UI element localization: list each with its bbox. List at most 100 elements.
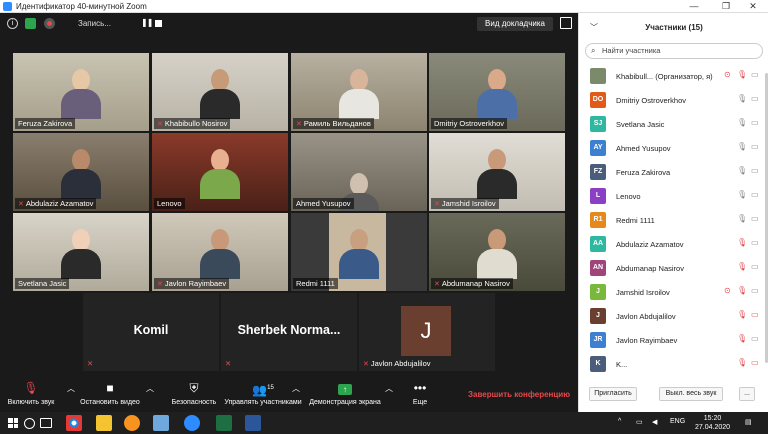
participant-row[interactable]: Khabibull... (Организатор, я) ⊙ 🎙 ▭: [579, 65, 768, 88]
participant-search-input[interactable]: ⌕ Найти участника: [585, 43, 763, 59]
microphone-icon[interactable]: 🎙: [737, 190, 747, 199]
video-camera-icon[interactable]: ▭: [751, 94, 759, 103]
info-icon[interactable]: i: [7, 18, 18, 29]
participant-row[interactable]: L Lenovo 🎙 ▭: [579, 185, 768, 208]
microphone-icon[interactable]: 🎙: [737, 94, 747, 103]
participant-row[interactable]: JR Javlon Rayimbaev 🎙 ▭: [579, 329, 768, 352]
windows-start-icon[interactable]: [8, 418, 18, 428]
participant-row[interactable]: J Jamshid Isroilov ⊙ 🎙 ▭: [579, 281, 768, 304]
clock[interactable]: 15:20 27.04.2020: [695, 414, 730, 432]
participant-row[interactable]: FZ Feruza Zakirova 🎙 ▭: [579, 161, 768, 184]
avatar: DO: [590, 92, 606, 108]
share-screen-button[interactable]: ↑ Демонстрация экрана: [306, 380, 384, 406]
word-icon[interactable]: [245, 415, 261, 431]
microphone-muted-icon[interactable]: 🎙: [737, 334, 747, 343]
video-tile-off[interactable]: J ✕ Javlon Abdujalilov: [359, 293, 495, 371]
speaker-view-button[interactable]: Вид докладчика: [477, 17, 553, 31]
microphone-icon[interactable]: 🎙: [737, 118, 747, 127]
unmute-label: Включить звук: [7, 399, 55, 406]
chevron-up-icon[interactable]: ︿: [385, 383, 393, 394]
video-tile-off[interactable]: Komil ✕: [83, 293, 219, 371]
more-button[interactable]: ••• Еще: [408, 380, 432, 406]
video-camera-icon[interactable]: ▭: [751, 286, 759, 295]
participant-row[interactable]: AY Ahmed Yusupov 🎙 ▭: [579, 137, 768, 160]
video-off-icon[interactable]: ▭: [751, 358, 759, 367]
video-tile[interactable]: ✕ Abdumanap Nasirov: [429, 213, 565, 291]
volume-icon[interactable]: ◀: [652, 418, 657, 426]
video-tile[interactable]: Feruza Zakirova: [13, 53, 149, 131]
chevron-up-icon[interactable]: ︿: [146, 383, 154, 394]
microphone-icon[interactable]: 🎙: [737, 142, 747, 151]
participant-video: [200, 69, 240, 119]
file-explorer-icon[interactable]: [96, 415, 112, 431]
video-tile[interactable]: ✕ Khabibullo Nosirov: [152, 53, 288, 131]
excel-icon[interactable]: [216, 415, 232, 431]
language-indicator[interactable]: ENG: [670, 418, 685, 425]
video-camera-icon[interactable]: ▭: [751, 190, 759, 199]
video-tile[interactable]: Lenovo: [152, 133, 288, 211]
microphone-muted-icon[interactable]: 🎙: [737, 262, 747, 271]
chevron-up-icon[interactable]: ︿: [292, 383, 300, 394]
video-tile-off[interactable]: Sherbek Norma... ✕: [221, 293, 357, 371]
microphone-icon[interactable]: 🎙: [737, 214, 747, 223]
chrome-icon[interactable]: [66, 415, 82, 431]
video-tile[interactable]: Ahmed Yusupov: [291, 133, 427, 211]
video-camera-icon[interactable]: ▭: [751, 262, 759, 271]
search-icon[interactable]: [24, 418, 35, 429]
video-tile[interactable]: Svetlana Jasic: [13, 213, 149, 291]
network-icon[interactable]: ▭: [636, 418, 643, 426]
stop-icon[interactable]: [155, 20, 162, 27]
microphone-muted-icon[interactable]: 🎙: [737, 358, 747, 367]
participant-row[interactable]: J Javlon Abdujalilov 🎙 ▭: [579, 305, 768, 328]
participant-row[interactable]: AA Abdulaziz Azamatov 🎙 ▭: [579, 233, 768, 256]
video-tile[interactable]: ✕ Jamshid Isroilov: [429, 133, 565, 211]
close-button[interactable]: ✕: [738, 0, 768, 13]
pause-icon[interactable]: ❚❚: [141, 18, 153, 27]
fullscreen-icon[interactable]: [560, 17, 572, 29]
end-meeting-button[interactable]: Завершить конференцию: [468, 390, 570, 399]
video-camera-icon[interactable]: ▭: [751, 334, 759, 343]
participant-name: Abdulaziz Azamatov: [616, 240, 684, 249]
security-button[interactable]: ⛨ Безопасность: [168, 380, 220, 406]
app-icon[interactable]: [153, 415, 169, 431]
window-titlebar: Идентификатор 40-минутной Zoom — ❐ ✕: [0, 0, 768, 13]
video-tile-active-speaker[interactable]: Dmitriy Ostroverkhov: [429, 53, 565, 131]
avatar: AN: [590, 260, 606, 276]
microphone-muted-icon[interactable]: 🎙: [737, 238, 747, 247]
microphone-icon[interactable]: 🎙: [737, 166, 747, 175]
zoom-taskbar-icon[interactable]: [184, 415, 200, 431]
app-icon[interactable]: [124, 415, 140, 431]
video-tile[interactable]: Redmi 1111: [291, 213, 427, 291]
lock-icon[interactable]: [25, 18, 36, 29]
more-options-button[interactable]: ...: [739, 387, 755, 401]
video-camera-icon[interactable]: ▭: [751, 70, 759, 79]
participant-row[interactable]: AN Abdumanap Nasirov 🎙 ▭: [579, 257, 768, 280]
microphone-muted-icon[interactable]: 🎙: [737, 286, 747, 295]
minimize-button[interactable]: —: [679, 0, 709, 13]
tray-arrow-icon[interactable]: ^: [618, 418, 621, 425]
task-view-icon[interactable]: [40, 418, 52, 428]
chevron-up-icon[interactable]: ︿: [67, 383, 75, 394]
participant-row[interactable]: K K... 🎙 ▭: [579, 353, 768, 376]
video-tile[interactable]: ✕ Рамиль Вильданов: [291, 53, 427, 131]
unmute-button[interactable]: 🎙 Включить звук: [6, 380, 56, 406]
restore-button[interactable]: ❐: [711, 0, 741, 13]
mute-all-button[interactable]: Выкл. весь звук: [659, 387, 723, 401]
notifications-icon[interactable]: ▤: [745, 418, 752, 426]
video-camera-icon[interactable]: ▭: [751, 166, 759, 175]
stop-video-button[interactable]: ■ Остановить видео: [78, 380, 142, 406]
invite-button[interactable]: Пригласить: [589, 387, 637, 401]
video-off-icon[interactable]: ▭: [751, 310, 759, 319]
video-camera-icon[interactable]: ▭: [751, 214, 759, 223]
video-tile[interactable]: ✕ Javlon Rayimbaev: [152, 213, 288, 291]
participant-row[interactable]: R1 Redmi 1111 🎙 ▭: [579, 209, 768, 232]
video-camera-icon[interactable]: ▭: [751, 238, 759, 247]
video-tile[interactable]: ✕ Abdulaziz Azamatov: [13, 133, 149, 211]
microphone-muted-icon[interactable]: 🎙: [737, 310, 747, 319]
avatar: FZ: [590, 164, 606, 180]
video-camera-icon[interactable]: ▭: [751, 118, 759, 127]
video-camera-icon[interactable]: ▭: [751, 142, 759, 151]
microphone-muted-icon[interactable]: 🎙: [737, 70, 747, 79]
participant-row[interactable]: DO Dmitriy Ostroverkhov 🎙 ▭: [579, 89, 768, 112]
participant-row[interactable]: SJ Svetlana Jasic 🎙 ▭: [579, 113, 768, 136]
